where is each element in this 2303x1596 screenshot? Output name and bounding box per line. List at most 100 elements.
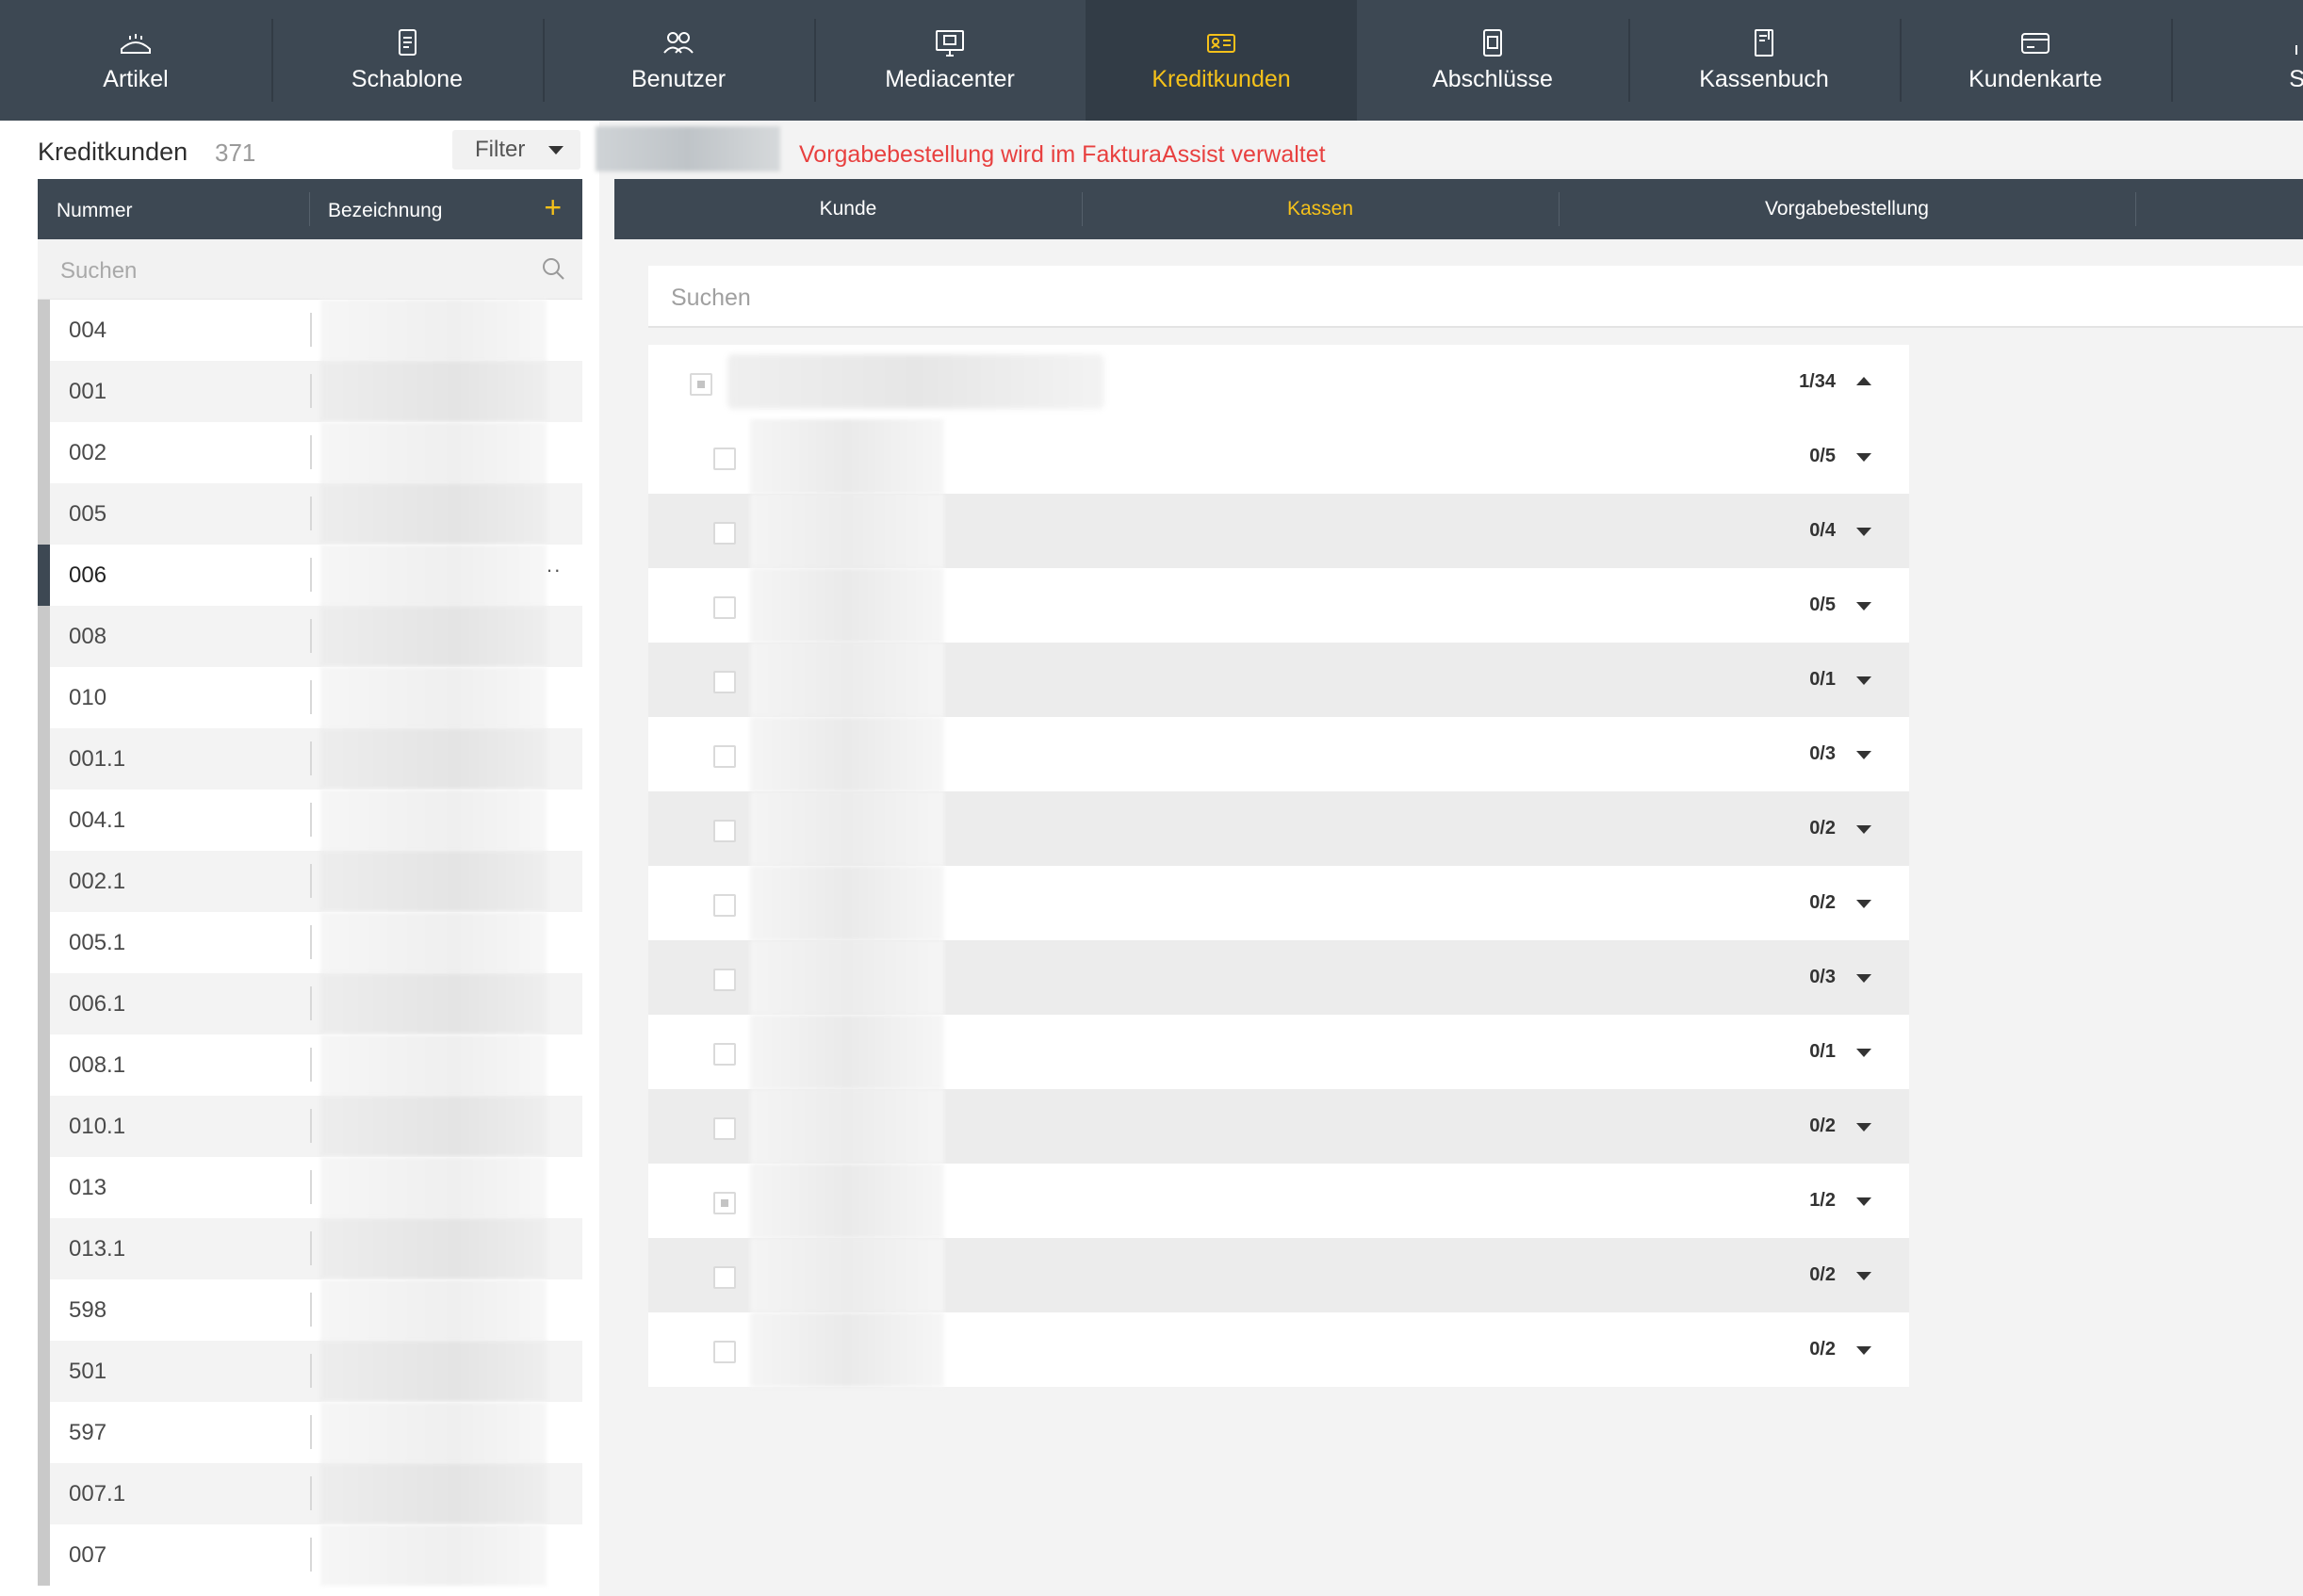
kasse-row[interactable]: 0/1 xyxy=(648,643,1909,717)
kasse-row[interactable]: 0/5 xyxy=(648,419,1909,494)
list-item[interactable]: 010 xyxy=(38,667,582,728)
expand-icon[interactable] xyxy=(1856,1197,1871,1206)
kasse-row[interactable]: 0/2 xyxy=(648,866,1909,940)
list-item[interactable]: 006 ·· xyxy=(38,545,582,606)
row-marker xyxy=(38,851,50,912)
expand-icon[interactable] xyxy=(1856,676,1871,685)
tab-kunde[interactable]: Kunde xyxy=(614,179,1082,239)
kasse-checkbox[interactable] xyxy=(713,596,736,619)
list-item[interactable]: 010.1 xyxy=(38,1096,582,1157)
group-row[interactable]: 1/34 xyxy=(648,345,1909,419)
column-divider xyxy=(310,864,312,898)
kasse-row[interactable]: 0/2 xyxy=(648,1312,1909,1387)
list-item[interactable]: 001 xyxy=(38,361,582,422)
customer-name-blurred xyxy=(320,1341,547,1402)
kasse-row[interactable]: 1/2 xyxy=(648,1164,1909,1238)
list-item[interactable]: 005.1 xyxy=(38,912,582,973)
column-divider xyxy=(310,1476,312,1510)
kasse-checkbox[interactable] xyxy=(713,448,736,470)
column-divider xyxy=(310,925,312,959)
kasse-row[interactable]: 0/3 xyxy=(648,717,1909,791)
kasse-row[interactable]: 0/3 xyxy=(648,940,1909,1015)
nav-item-mediacenter[interactable]: Mediacenter xyxy=(814,0,1086,121)
filter-dropdown[interactable]: Filter xyxy=(452,130,580,170)
kasse-checkbox[interactable] xyxy=(713,1192,736,1214)
kasse-checkbox[interactable] xyxy=(713,1341,736,1363)
nav-item-schablone[interactable]: Schablone xyxy=(271,0,543,121)
list-item[interactable]: 013 xyxy=(38,1157,582,1218)
list-item[interactable]: 004 xyxy=(38,300,582,361)
nav-item-statistik[interactable]: Sta xyxy=(2171,0,2303,121)
kassen-search-input[interactable]: Suchen xyxy=(648,266,2303,328)
nav-item-artikel[interactable]: Artikel xyxy=(0,0,271,121)
column-divider xyxy=(310,680,312,714)
list-item[interactable]: 002 xyxy=(38,422,582,483)
kasse-checkbox[interactable] xyxy=(713,522,736,545)
list-item[interactable]: 006.1 xyxy=(38,973,582,1034)
expand-icon[interactable] xyxy=(1856,453,1871,462)
kasse-row[interactable]: 0/2 xyxy=(648,791,1909,866)
add-customer-button[interactable]: + xyxy=(544,192,562,222)
tab-vorgabebestellung[interactable]: Vorgabebestellung xyxy=(1559,179,2135,239)
kasse-row[interactable]: 0/2 xyxy=(648,1089,1909,1164)
expand-icon[interactable] xyxy=(1856,1123,1871,1132)
expand-icon[interactable] xyxy=(1856,528,1871,536)
column-divider xyxy=(310,741,312,775)
row-marker xyxy=(38,606,50,667)
kasse-checkbox[interactable] xyxy=(713,1117,736,1140)
customer-number: 008.1 xyxy=(69,1052,126,1078)
customer-name-blurred xyxy=(320,1463,547,1524)
kasse-row[interactable]: 0/5 xyxy=(648,568,1909,643)
list-item[interactable]: 008.1 xyxy=(38,1034,582,1096)
kasse-row[interactable]: 0/4 xyxy=(648,494,1909,568)
list-item[interactable]: 598 xyxy=(38,1279,582,1341)
column-divider xyxy=(310,497,312,530)
list-item[interactable]: 501 xyxy=(38,1341,582,1402)
row-marker xyxy=(38,422,50,483)
kasse-checkbox[interactable] xyxy=(713,671,736,693)
tab-divider xyxy=(2135,192,2136,226)
customer-search-input[interactable]: Suchen xyxy=(38,239,582,300)
group-checkbox[interactable] xyxy=(690,373,712,396)
kasse-checkbox[interactable] xyxy=(713,969,736,991)
list-item[interactable]: 013.1 xyxy=(38,1218,582,1279)
search-icon[interactable] xyxy=(541,256,565,281)
expand-icon[interactable] xyxy=(1856,751,1871,759)
list-item[interactable]: 007.1 xyxy=(38,1463,582,1524)
expand-icon[interactable] xyxy=(1856,974,1871,983)
list-item[interactable]: 004.1 xyxy=(38,790,582,851)
expand-icon[interactable] xyxy=(1856,602,1871,611)
more-options-icon[interactable]: ·· xyxy=(546,558,562,582)
list-item[interactable]: 007 xyxy=(38,1524,582,1586)
column-header-nummer[interactable]: Nummer xyxy=(57,200,133,222)
expand-icon[interactable] xyxy=(1856,1049,1871,1057)
nav-item-kreditkunden[interactable]: Kreditkunden xyxy=(1086,0,1357,121)
column-header-bezeichnung[interactable]: Bezeichnung xyxy=(328,200,442,222)
expand-icon[interactable] xyxy=(1856,825,1871,834)
row-marker xyxy=(38,1279,50,1341)
kasse-name-blurred xyxy=(750,940,944,1015)
kasse-row[interactable]: 0/2 xyxy=(648,1238,1909,1312)
kasse-checkbox[interactable] xyxy=(713,1266,736,1289)
list-item[interactable]: 597 xyxy=(38,1402,582,1463)
list-item[interactable]: 001.1 xyxy=(38,728,582,790)
nav-item-kundenkarte[interactable]: Kundenkarte xyxy=(1900,0,2171,121)
customer-name-blurred xyxy=(320,728,547,790)
tab-kassen[interactable]: Kassen xyxy=(1082,179,1559,239)
collapse-icon[interactable] xyxy=(1856,377,1871,385)
list-item[interactable]: 005 xyxy=(38,483,582,545)
kasse-checkbox[interactable] xyxy=(713,1043,736,1066)
list-item[interactable]: 008 xyxy=(38,606,582,667)
expand-icon[interactable] xyxy=(1856,1272,1871,1280)
nav-item-abschluesse[interactable]: Abschlüsse xyxy=(1357,0,1628,121)
expand-icon[interactable] xyxy=(1856,1346,1871,1355)
kasse-checkbox[interactable] xyxy=(713,894,736,917)
list-item[interactable]: 002.1 xyxy=(38,851,582,912)
nav-item-benutzer[interactable]: Benutzer xyxy=(543,0,814,121)
nav-item-kassenbuch[interactable]: Kassenbuch xyxy=(1628,0,1900,121)
kasse-checkbox[interactable] xyxy=(713,745,736,768)
kasse-checkbox[interactable] xyxy=(713,820,736,842)
expand-icon[interactable] xyxy=(1856,900,1871,908)
customer-name-blurred xyxy=(320,973,547,1034)
kasse-row[interactable]: 0/1 xyxy=(648,1015,1909,1089)
